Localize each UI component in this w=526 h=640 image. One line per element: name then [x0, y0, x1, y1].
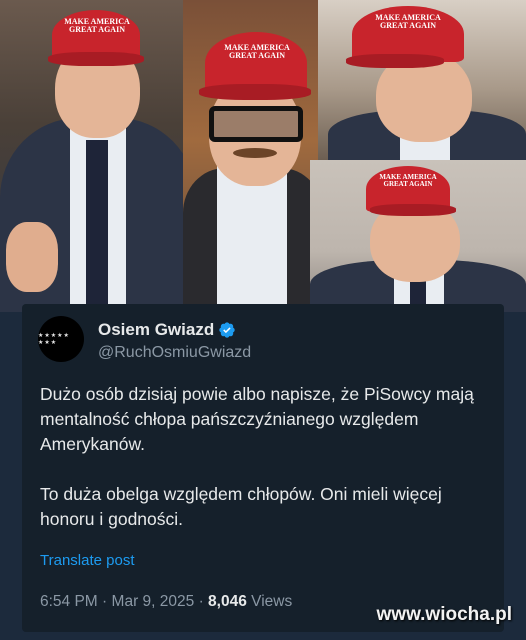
cap-text: MAKE AMERICA GREAT AGAIN	[224, 43, 290, 61]
post-paragraph-2: To duża obelga względem chłopów. Oni mie…	[40, 484, 442, 529]
post-metadata: 6:54 PM · Mar 9, 2025 · 8,046 Views	[40, 593, 292, 611]
avatar-stars: ★★★★★ ★★★	[38, 333, 70, 346]
site-watermark: www.wiocha.pl	[376, 604, 512, 625]
cap-brim	[370, 204, 456, 216]
cap-text: MAKE AMERICA GREAT AGAIN	[379, 173, 437, 189]
views-count: 8,046	[208, 593, 247, 610]
meta-separator: ·	[198, 593, 204, 610]
cap-text: MAKE AMERICA GREAT AGAIN	[375, 13, 441, 31]
author-handle[interactable]: @RuchOsmiuGwiazd	[98, 344, 251, 362]
post-paragraph-1: Dużo osób dzisiaj powie albo napisze, że…	[40, 384, 474, 454]
post-date[interactable]: Mar 9, 2025	[112, 593, 195, 610]
post-card: ★★★★★ ★★★ Osiem Gwiazd @RuchOsmiuGwiazd …	[22, 304, 504, 632]
tie	[86, 140, 108, 305]
photo-man-thumbs-up: MAKE AMERICA GREAT AGAIN	[0, 0, 196, 312]
cap-brim	[199, 84, 311, 100]
photo-man-top-right: MAKE AMERICA GREAT AGAIN	[318, 0, 526, 160]
photo-older-man: MAKE AMERICA GREAT AGAIN	[310, 160, 526, 312]
cap-brim	[48, 52, 144, 66]
views-label: Views	[251, 593, 293, 610]
author-display-name[interactable]: Osiem Gwiazd	[98, 320, 214, 340]
author-name-row: Osiem Gwiazd	[98, 320, 236, 340]
translate-post-link[interactable]: Translate post	[40, 552, 135, 569]
meta-separator: ·	[102, 593, 108, 610]
glasses	[209, 106, 303, 142]
profile-avatar[interactable]: ★★★★★ ★★★	[38, 316, 84, 362]
cap-brim	[346, 54, 444, 68]
cap-text: MAKE AMERICA GREAT AGAIN	[64, 17, 130, 35]
post-body: Dużo osób dzisiaj powie albo napisze, że…	[40, 382, 500, 557]
photo-man-glasses: MAKE AMERICA GREAT AGAIN	[183, 0, 323, 312]
moustache	[233, 148, 277, 158]
post-time[interactable]: 6:54 PM	[40, 593, 98, 610]
photo-collage: MAKE AMERICA GREAT AGAIN MAKE AMERICA GR…	[0, 0, 526, 312]
thumbs-up-hand	[6, 222, 58, 292]
verified-badge-icon	[219, 322, 235, 338]
